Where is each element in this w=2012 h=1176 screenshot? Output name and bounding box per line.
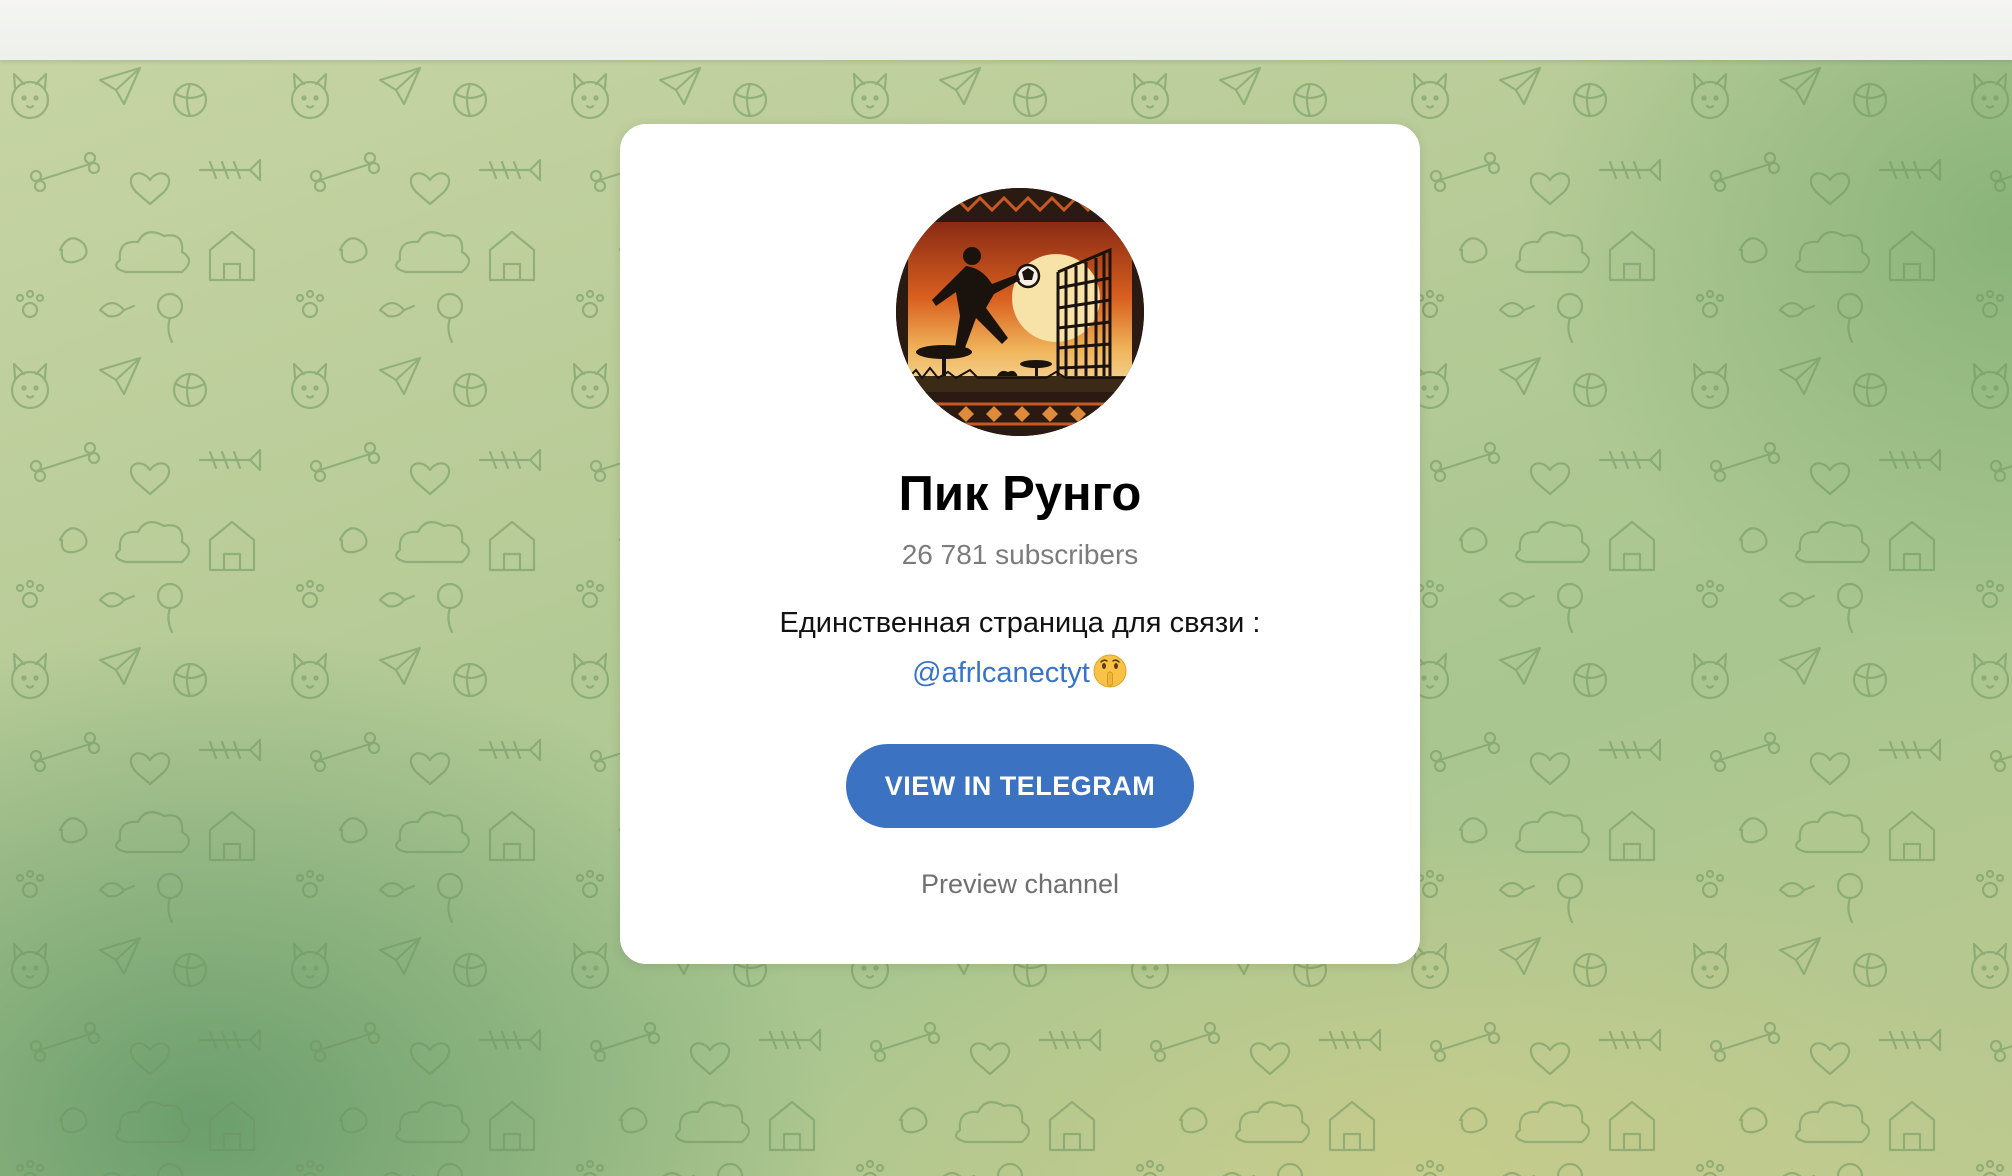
subscriber-count: 26 781 subscribers (901, 539, 1139, 570)
shushing-face-icon (1093, 654, 1127, 688)
channel-title: Пик Рунго (898, 467, 1142, 521)
mention-link[interactable]: @afrlcanectyt (912, 657, 1090, 689)
description-mention-line: @afrlcanectyt (620, 648, 1420, 698)
channel-avatar[interactable] (896, 188, 1144, 436)
channel-description: Единственная страница для связи : @afrlc… (620, 598, 1420, 698)
description-text: Единственная страница для связи : (779, 607, 1261, 639)
football-player-avatar-image (896, 188, 1144, 436)
top-header-strip (0, 0, 2012, 60)
view-in-telegram-button[interactable]: VIEW IN TELEGRAM (846, 744, 1194, 828)
preview-channel-link[interactable]: Preview channel (620, 866, 1420, 902)
channel-card: Пик Рунго 26 781 subscribers Единственна… (620, 124, 1420, 964)
